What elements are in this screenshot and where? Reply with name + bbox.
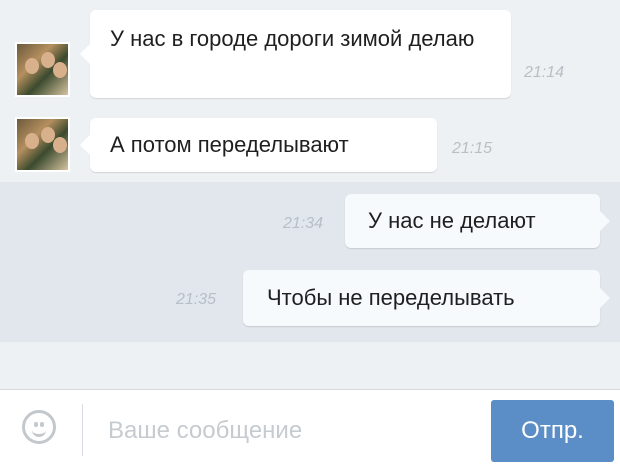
message-text: А потом переделывают — [110, 132, 349, 157]
message-timestamp: 21:14 — [524, 64, 565, 81]
message-composer: Отпр. — [0, 389, 620, 471]
message-input[interactable] — [106, 412, 470, 450]
outgoing-message-bubble[interactable]: У нас не делают — [345, 194, 610, 248]
outgoing-message-bubble[interactable]: Чтобы не переделывать — [243, 270, 610, 326]
smile-icon[interactable] — [22, 410, 56, 444]
composer-divider — [82, 404, 83, 456]
sender-avatar[interactable] — [15, 42, 70, 97]
sender-avatar[interactable] — [15, 117, 70, 172]
send-button[interactable]: Отпр. — [491, 400, 614, 462]
chat-area: У нас в городе дороги зимой делаю 21:14 … — [0, 0, 620, 389]
message-timestamp: 21:34 — [283, 215, 324, 232]
message-text: У нас в городе дороги зимой делаю — [110, 26, 475, 51]
message-timestamp: 21:15 — [452, 140, 493, 157]
incoming-message-bubble[interactable]: У нас в городе дороги зимой делаю — [80, 10, 511, 98]
incoming-message-bubble[interactable]: А потом переделывают — [80, 118, 437, 172]
message-text: Чтобы не переделывать — [267, 285, 515, 310]
message-timestamp: 21:35 — [176, 291, 217, 308]
message-text: У нас не делают — [368, 208, 536, 233]
